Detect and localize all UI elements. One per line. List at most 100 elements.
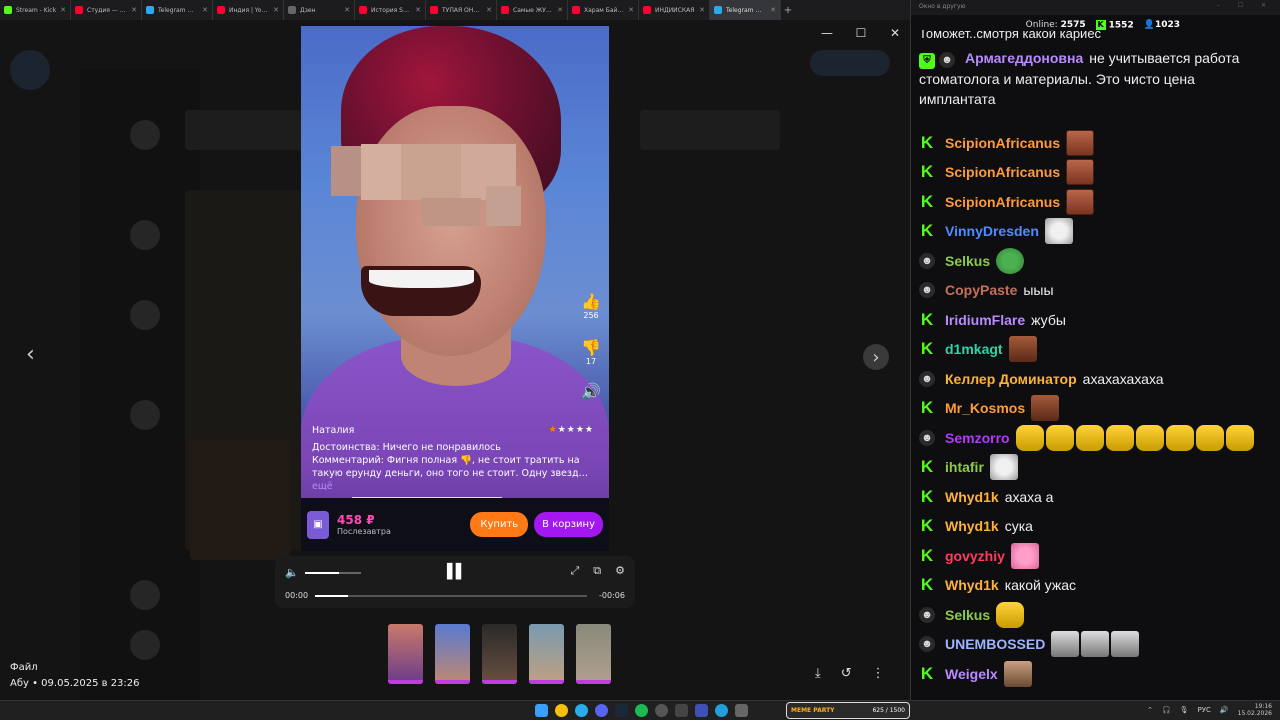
app-icon[interactable]	[675, 704, 688, 717]
chat-username[interactable]: VinnyDresden	[945, 221, 1039, 241]
chat-username[interactable]: ScipionAfricanus	[945, 133, 1060, 153]
chat-username[interactable]: ScipionAfricanus	[945, 192, 1060, 212]
tab-close-icon[interactable]: ✕	[344, 6, 350, 14]
app-icon[interactable]	[735, 704, 748, 717]
browser-tab[interactable]: Telegram Web ✕	[710, 0, 781, 20]
media-thumbnail[interactable]	[388, 624, 423, 684]
review-more-link[interactable]: ещё	[312, 481, 333, 492]
language-indicator[interactable]: РУС	[1198, 706, 1211, 714]
chat-username[interactable]: IridiumFlare	[945, 310, 1025, 330]
headphones-icon[interactable]: 🎧	[1162, 706, 1171, 714]
previous-media-arrow-icon[interactable]: ‹	[26, 342, 35, 367]
browser-tab[interactable]: Telegram Web ✕	[142, 0, 213, 20]
chat-username[interactable]: CopyPaste	[945, 280, 1017, 300]
kick-badge-icon: K	[919, 339, 935, 359]
chat-window-controls[interactable]: – ☐ ✕	[1217, 2, 1274, 9]
browser-tab[interactable]: История SAMSUNG✕	[355, 0, 426, 20]
microphone-icon[interactable]: 🎙	[1180, 706, 1189, 714]
next-media-arrow-icon[interactable]: ›	[863, 344, 889, 370]
discord-icon[interactable]	[595, 704, 608, 717]
media-thumbnail[interactable]	[435, 624, 470, 684]
tab-close-icon[interactable]: ✕	[486, 6, 492, 14]
new-tab-button[interactable]: +	[781, 5, 795, 16]
telegram-icon[interactable]	[575, 704, 588, 717]
chat-text: какой ужас	[1004, 577, 1076, 594]
volume-slider[interactable]	[305, 572, 361, 574]
subscriber-badge-icon: ☻	[919, 429, 935, 446]
quality-settings-icon[interactable]: ⚙	[615, 564, 625, 578]
chat-username[interactable]: Армагеддоновна	[965, 50, 1083, 66]
browser-tab[interactable]: Дзен ✕	[284, 0, 355, 20]
pause-button[interactable]: ▌▌	[447, 564, 466, 580]
chat-username[interactable]: d1mkagt	[945, 339, 1003, 359]
chat-username[interactable]: Whyd1k	[945, 575, 999, 595]
chat-username[interactable]: Mr_Kosmos	[945, 398, 1025, 418]
more-menu-icon[interactable]: ⋮	[872, 666, 885, 681]
browser-tab[interactable]: ТУПАЯ ОНЛАЙН ✕	[426, 0, 497, 20]
media-thumbnail[interactable]	[482, 624, 517, 684]
sound-button[interactable]: 🔊	[579, 382, 603, 401]
chat-username[interactable]: UNEMBOSSED	[945, 634, 1045, 654]
add-to-cart-button[interactable]: В корзину	[534, 512, 603, 537]
tab-close-icon[interactable]: ✕	[770, 6, 776, 14]
browser-tab[interactable]: Самые ЖУТКИЕ ✕	[497, 0, 568, 20]
chat-username[interactable]: Whyd1k	[945, 516, 999, 536]
browser-tab[interactable]: Харам Байрам ✕	[568, 0, 639, 20]
tab-label: Индия | YouTube	[229, 6, 269, 14]
chat-username[interactable]: Selkus	[945, 605, 990, 625]
tab-favicon-icon	[146, 6, 154, 14]
tab-close-icon[interactable]: ✕	[131, 6, 137, 14]
obs-icon[interactable]	[655, 704, 668, 717]
chat-username[interactable]: govyzhiy	[945, 546, 1005, 566]
browser-tab[interactable]: Индия | YouTube ✕	[213, 0, 284, 20]
tab-close-icon[interactable]: ✕	[628, 6, 634, 14]
speaker-icon[interactable]: 🔊	[1220, 706, 1229, 714]
dislike-button[interactable]: 👎 17	[579, 338, 603, 366]
tab-close-icon[interactable]: ✕	[60, 6, 66, 14]
video-frame[interactable]: 👍 256 👎 17 🔊 Наталия ★★★★★ Достоинства: …	[301, 26, 609, 551]
buy-button[interactable]: Купить	[470, 512, 529, 537]
chat-username[interactable]: Semzorro	[945, 428, 1010, 448]
browser-tab[interactable]: Stream - Kick ✕	[0, 0, 71, 20]
tab-close-icon[interactable]: ✕	[415, 6, 421, 14]
emote-yel-icon	[1165, 424, 1194, 451]
tab-close-icon[interactable]: ✕	[273, 6, 279, 14]
chat-username[interactable]: ihtafir	[945, 457, 984, 477]
emote-yel-icon	[1105, 424, 1134, 451]
download-icon[interactable]: ⤓	[815, 666, 821, 681]
windows-start-icon[interactable]	[535, 704, 548, 717]
chat-username[interactable]: Weigelx	[945, 664, 998, 684]
tab-close-icon[interactable]: ✕	[202, 6, 208, 14]
picture-in-picture-icon[interactable]: ⧉	[593, 564, 601, 578]
browser-tab[interactable]: Студия — YouTube ✕	[71, 0, 142, 20]
emote-man-icon	[1003, 660, 1032, 687]
close-icon[interactable]: ✕	[888, 26, 902, 40]
tab-close-icon[interactable]: ✕	[699, 6, 705, 14]
steam-icon[interactable]	[615, 704, 628, 717]
chat-username[interactable]: ScipionAfricanus	[945, 162, 1060, 182]
maximize-icon[interactable]: ☐	[854, 26, 868, 40]
chevron-up-icon[interactable]: ⌃	[1147, 706, 1153, 714]
seek-bar[interactable]	[315, 595, 587, 597]
minimize-icon[interactable]: —	[820, 26, 834, 40]
chat-username[interactable]: Келлер Доминатор	[945, 369, 1077, 389]
meme-party-widget[interactable]: MEME PARTY 625 / 1500	[786, 702, 910, 719]
rotate-icon[interactable]: ↺	[841, 666, 852, 681]
clock-time: 19:16	[1254, 703, 1272, 710]
tab-close-icon[interactable]: ✕	[557, 6, 563, 14]
telegram-desktop-icon[interactable]	[715, 704, 728, 717]
chrome-icon[interactable]	[555, 704, 568, 717]
chat-username[interactable]: Whyd1k	[945, 487, 999, 507]
windows-taskbar: MEME PARTY 625 / 1500 ⌃ 🎧 🎙 РУС 🔊 19:16 …	[0, 700, 1280, 720]
media-thumbnail[interactable]	[529, 624, 564, 684]
media-thumbnail[interactable]	[576, 624, 611, 684]
like-button[interactable]: 👍 256	[579, 292, 603, 320]
browser-tab[interactable]: ИНДИЙСКАЯ ✕	[639, 0, 710, 20]
chat-message: ☻ CopyPaste ыыы	[919, 276, 1271, 306]
fullscreen-icon[interactable]: ⤢	[570, 564, 579, 578]
volume-icon[interactable]: 🔈	[285, 566, 299, 579]
spotify-icon[interactable]	[635, 704, 648, 717]
chat-username[interactable]: Selkus	[945, 251, 990, 271]
media-player-icon[interactable]	[695, 704, 708, 717]
clock[interactable]: 19:16 15.02.2026	[1238, 703, 1272, 717]
